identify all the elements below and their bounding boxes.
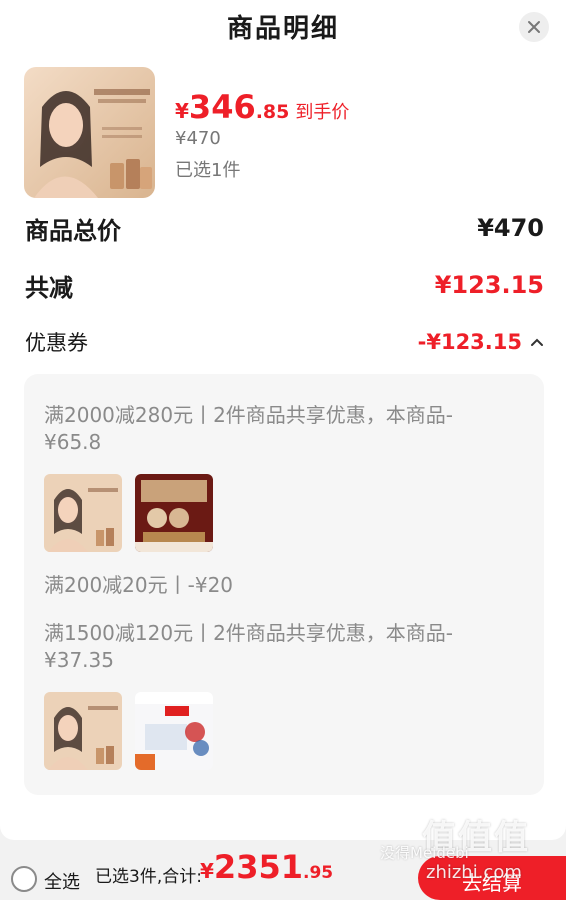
total-symbol: ¥	[200, 859, 214, 883]
select-all-checkbox[interactable]	[11, 866, 37, 892]
original-price: ¥470	[175, 128, 221, 149]
estee-lauder-thumb-icon	[44, 692, 122, 770]
reduction-value: ¥123.15	[434, 271, 544, 299]
product-image[interactable]	[24, 67, 155, 198]
total-price-label: 商品总价	[25, 216, 121, 245]
coupon-label: 优惠券	[25, 331, 88, 355]
reduction-label: 共减	[25, 273, 73, 302]
coupon-item-text: 满2000减280元丨2件商品共享优惠，本商品-¥65.8	[44, 403, 454, 454]
gift-set-thumb-icon	[135, 474, 213, 552]
total-price-row: 商品总价 ¥470	[25, 212, 544, 245]
total-price-value: ¥470	[477, 214, 544, 242]
coupon-item-text: 满200减20元丨-¥20	[44, 573, 234, 597]
coupon-item-text: 满1500减120元丨2件商品共享优惠，本商品-¥37.35	[44, 621, 454, 672]
checkout-button[interactable]: 去结算	[418, 856, 566, 900]
select-all-label[interactable]: 全选	[44, 868, 80, 894]
coupon-product-thumb[interactable]	[44, 474, 122, 552]
coupon-product-thumb[interactable]	[44, 692, 122, 770]
coupon-product-thumb[interactable]	[135, 474, 213, 552]
coupon-detail-panel: 满2000减280元丨2件商品共享优惠，本商品-¥65.8 满200减20元丨-…	[24, 374, 544, 795]
fresh-set-thumb-icon	[135, 692, 213, 770]
price-integer: 346	[188, 88, 256, 126]
estee-lauder-thumb-icon	[44, 474, 122, 552]
coupon-row[interactable]: 优惠券 -¥123.15	[25, 327, 544, 357]
total-decimal: .95	[302, 863, 334, 883]
price-decimal: .85	[255, 101, 290, 123]
close-button[interactable]	[519, 12, 549, 42]
total-integer: 2351	[213, 848, 303, 886]
deal-price: ¥346.85 到手价	[175, 88, 349, 126]
estee-lauder-dw-foundation-image	[24, 67, 155, 198]
reduction-row: 共减 ¥123.15	[25, 269, 544, 302]
coupon-value-wrap: -¥123.15	[418, 330, 544, 354]
coupon-value: -¥123.15	[417, 330, 522, 354]
close-icon	[528, 21, 540, 33]
selected-count: 已选1件	[175, 160, 241, 181]
sheet-header: 商品明细	[0, 0, 566, 52]
price-note: 到手价	[295, 102, 350, 123]
page-title: 商品明细	[226, 14, 339, 44]
price-symbol: ¥	[175, 99, 189, 123]
chevron-up-icon[interactable]	[530, 337, 544, 347]
selected-summary: 已选3件,合计:	[95, 867, 202, 887]
coupon-product-thumb[interactable]	[135, 692, 213, 770]
grand-total: ¥2351.95	[200, 848, 333, 886]
